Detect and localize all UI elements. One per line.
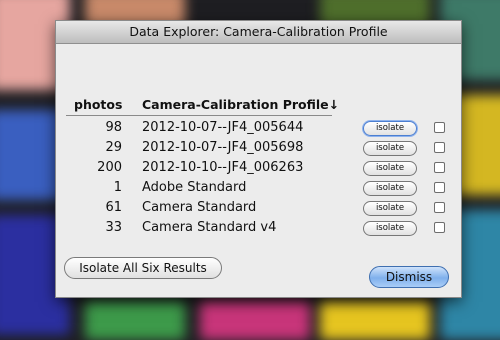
list-item: 29 2012-10-07--JF4_005698 isolate xyxy=(56,138,461,158)
data-explorer-dialog: Data Explorer: Camera-Calibration Profil… xyxy=(55,20,462,298)
column-header-profile[interactable]: Camera-Calibration Profile↓ xyxy=(142,97,339,112)
window-title: Data Explorer: Camera-Calibration Profil… xyxy=(56,21,461,44)
isolate-all-button[interactable]: Isolate All Six Results xyxy=(64,257,222,279)
row-checkbox[interactable] xyxy=(434,222,445,233)
bg-patch xyxy=(85,300,185,340)
list-item: 98 2012-10-07--JF4_005644 isolate xyxy=(56,118,461,138)
results-list: 98 2012-10-07--JF4_005644 isolate 29 201… xyxy=(56,118,461,238)
photo-count: 29 xyxy=(105,140,122,155)
row-checkbox[interactable] xyxy=(434,182,445,193)
profile-name: 2012-10-10--JF4_006263 xyxy=(142,160,304,175)
list-item: 200 2012-10-10--JF4_006263 isolate xyxy=(56,158,461,178)
photo-count: 200 xyxy=(97,160,122,175)
header-divider xyxy=(66,115,332,116)
isolate-button[interactable]: isolate xyxy=(363,181,417,196)
photo-count: 33 xyxy=(105,220,122,235)
column-header-photos[interactable]: photos xyxy=(74,97,122,112)
profile-name: 2012-10-07--JF4_005698 xyxy=(142,140,304,155)
isolate-button[interactable]: isolate xyxy=(363,201,417,216)
list-item: 61 Camera Standard isolate xyxy=(56,198,461,218)
bg-patch xyxy=(320,300,430,340)
photo-count: 98 xyxy=(105,120,122,135)
dismiss-button[interactable]: Dismiss xyxy=(369,266,449,288)
photo-count: 1 xyxy=(113,180,122,195)
row-checkbox[interactable] xyxy=(434,142,445,153)
profile-name: 2012-10-07--JF4_005644 xyxy=(142,120,304,135)
list-item: 33 Camera Standard v4 isolate xyxy=(56,218,461,238)
row-checkbox[interactable] xyxy=(434,162,445,173)
isolate-button[interactable]: isolate xyxy=(363,141,417,156)
row-checkbox[interactable] xyxy=(434,202,445,213)
bg-patch xyxy=(200,300,310,340)
list-item: 1 Adobe Standard isolate xyxy=(56,178,461,198)
profile-name: Camera Standard v4 xyxy=(142,220,277,235)
isolate-button[interactable]: isolate xyxy=(363,121,417,136)
profile-name: Camera Standard xyxy=(142,200,257,215)
isolate-button[interactable]: isolate xyxy=(363,161,417,176)
row-checkbox[interactable] xyxy=(434,122,445,133)
isolate-button[interactable]: isolate xyxy=(363,221,417,236)
photo-count: 61 xyxy=(105,200,122,215)
profile-name: Adobe Standard xyxy=(142,180,247,195)
